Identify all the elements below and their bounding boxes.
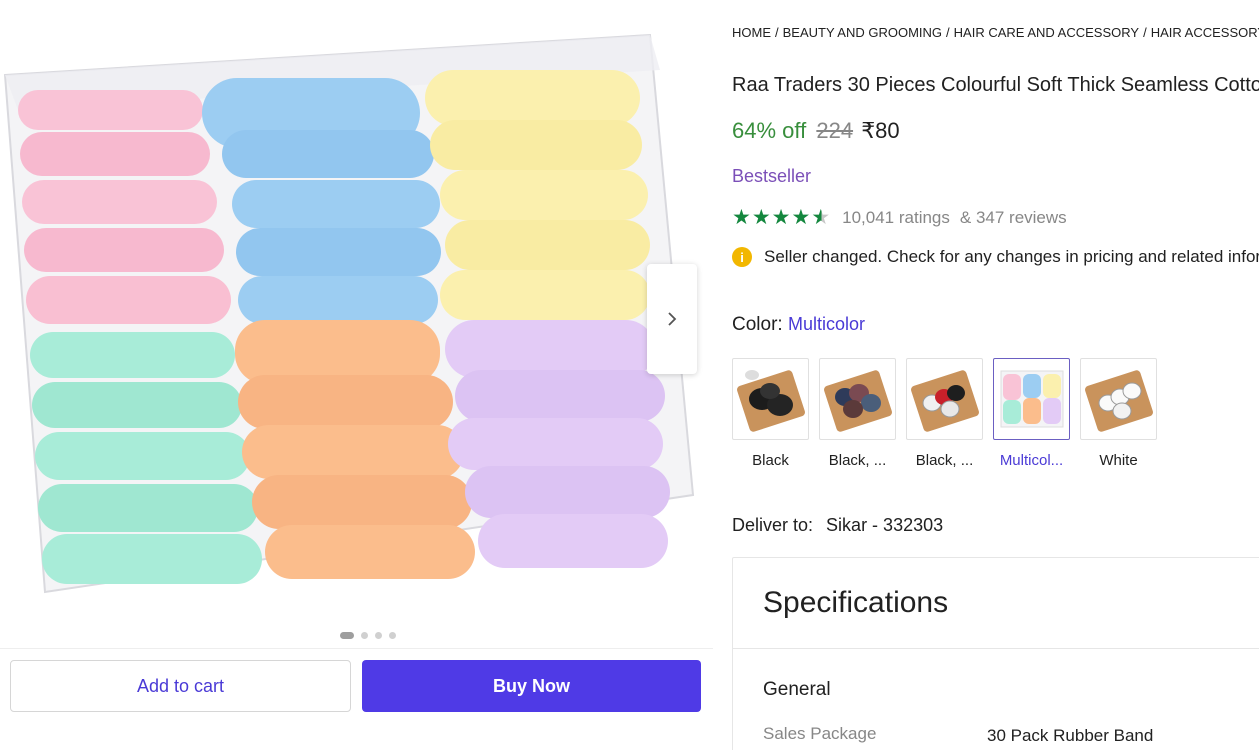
product-title: Raa Traders 30 Pieces Colourful Soft Thi… xyxy=(732,74,1259,96)
breadcrumb-beauty-grooming[interactable]: BEAUTY AND GROOMING xyxy=(783,25,942,40)
color-label: Color: xyxy=(732,314,783,335)
star-icon: ★ xyxy=(732,206,751,229)
swatch-thumbnail xyxy=(906,358,983,440)
spec-key: Sales Package xyxy=(763,724,877,743)
divider xyxy=(733,648,1259,649)
specifications-title: Specifications xyxy=(763,586,949,619)
color-option-white[interactable]: White xyxy=(1080,358,1157,469)
color-option-black[interactable]: Black xyxy=(732,358,809,469)
star-icon: ★ xyxy=(791,206,811,229)
discount-text: 64% off xyxy=(732,118,807,143)
breadcrumb-home[interactable]: HOME xyxy=(732,25,771,40)
pagination-dot[interactable] xyxy=(360,632,368,639)
swatch-label: Black, ... xyxy=(915,452,974,469)
swatch-thumbnail xyxy=(993,358,1070,440)
product-image xyxy=(3,33,695,594)
chevron-right-icon xyxy=(668,312,677,326)
info-icon: i xyxy=(732,247,752,267)
delivery-location[interactable]: Deliver to: Sikar - 332303 xyxy=(732,515,943,536)
star-icon: ★ xyxy=(771,206,791,229)
star-rating: ★ ★ ★ ★ ★ xyxy=(732,207,830,228)
selling-price: ₹80 xyxy=(861,118,900,143)
pagination-dot[interactable] xyxy=(339,632,354,639)
breadcrumb-hair-accessory[interactable]: HAIR ACCESSORY xyxy=(1151,25,1259,40)
star-icon: ★ xyxy=(751,206,771,229)
product-details: HOME / BEAUTY AND GROOMING / HAIR CARE AND A… xyxy=(732,0,1259,750)
seller-changed-notice: i Seller changed. Check for any changes … xyxy=(732,247,1259,267)
swatch-label: Black xyxy=(752,452,789,469)
price-row: 64% off 224 ₹80 xyxy=(732,118,900,144)
rating-row[interactable]: ★ ★ ★ ★ ★ 10,041 ratings & 347 reviews xyxy=(732,207,1067,228)
swatch-label: Multicol... xyxy=(999,452,1064,469)
product-gallery xyxy=(0,0,713,648)
delivery-pincode: Sikar - 332303 xyxy=(826,515,944,535)
deliver-to-label: Deliver to: xyxy=(732,515,814,535)
swatch-label: White xyxy=(1099,452,1138,469)
notice-text: Seller changed. Check for any changes in… xyxy=(764,247,1259,266)
color-selector-label: Color: Multicolor xyxy=(732,314,865,336)
swatch-thumbnail xyxy=(819,358,896,440)
selected-color: Multicolor xyxy=(787,314,865,334)
image-pagination xyxy=(0,632,713,639)
color-option-black-multi-1[interactable]: Black, ... xyxy=(819,358,896,469)
original-price: 224 xyxy=(816,118,854,143)
action-bar: Add to cart Buy Now xyxy=(0,648,713,720)
color-option-multicolor[interactable]: Multicol... xyxy=(993,358,1070,469)
spec-value: 30 Pack Rubber Band xyxy=(987,726,1154,745)
breadcrumb-hair-care[interactable]: HAIR CARE AND ACCESSORY xyxy=(954,25,1139,40)
swatch-label: Black, ... xyxy=(828,452,887,469)
swatch-thumbnail xyxy=(732,358,809,440)
pagination-dot[interactable] xyxy=(388,632,396,639)
spec-section-general: General xyxy=(763,679,831,700)
specifications-panel: Specifications General Sales Package 30 … xyxy=(732,557,1259,750)
pagination-dot[interactable] xyxy=(374,632,382,639)
next-image-button[interactable] xyxy=(647,264,697,374)
swatch-thumbnail xyxy=(1080,358,1157,440)
ratings-count: 10,041 ratings xyxy=(842,207,950,227)
buy-now-button[interactable]: Buy Now xyxy=(362,660,701,712)
breadcrumb: HOME / BEAUTY AND GROOMING / HAIR CARE AND A… xyxy=(732,25,1259,40)
color-option-black-multi-2[interactable]: Black, ... xyxy=(906,358,983,469)
color-swatches: Black Black, ... Black, ... Multicol... … xyxy=(732,358,1167,469)
add-to-cart-button[interactable]: Add to cart xyxy=(10,660,351,712)
half-star-icon: ★ xyxy=(811,206,831,229)
bestseller-badge: Bestseller xyxy=(732,166,812,186)
reviews-count: & 347 reviews xyxy=(959,207,1067,227)
